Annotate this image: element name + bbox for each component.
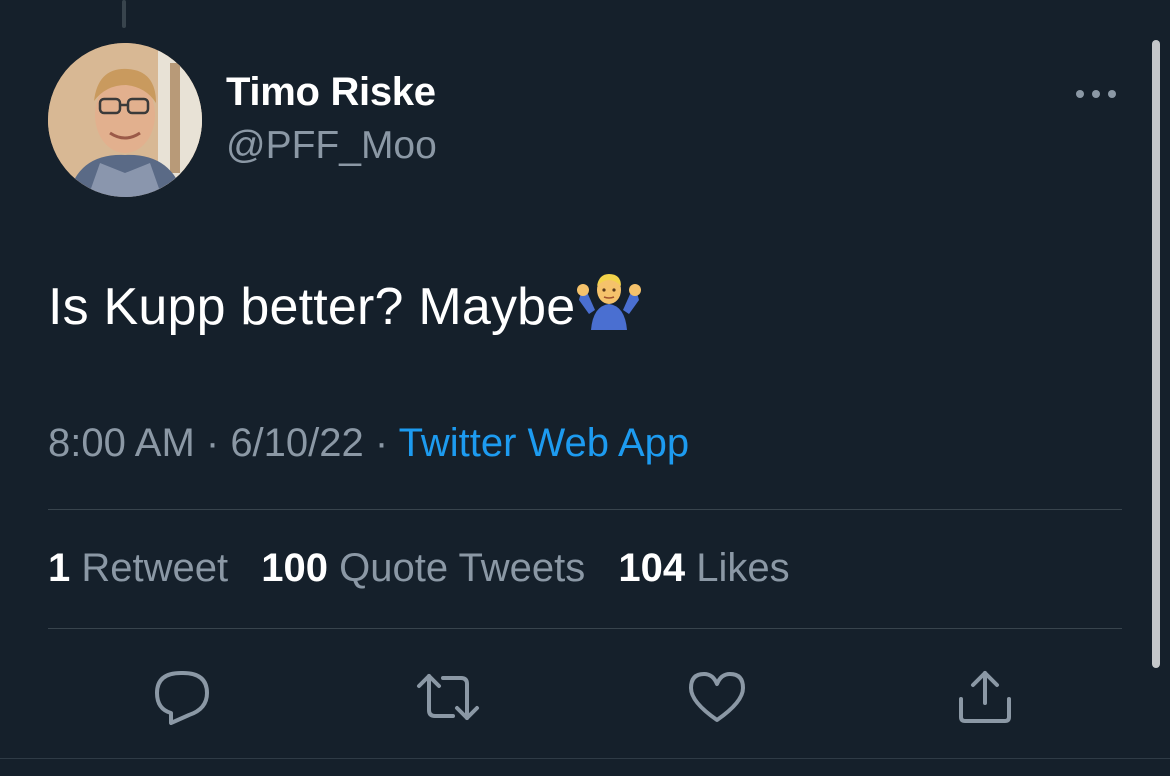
meta-separator: · xyxy=(363,421,399,465)
quote-tweets-count: 100 xyxy=(261,546,328,590)
retweets-label: Retweet xyxy=(81,546,229,590)
heart-icon[interactable] xyxy=(682,662,752,732)
meta-separator: · xyxy=(194,421,231,465)
retweet-icon[interactable] xyxy=(413,662,483,732)
avatar[interactable] xyxy=(48,43,202,197)
thread-connector-line xyxy=(122,0,126,28)
likes-stat[interactable]: 104 Likes xyxy=(618,546,789,590)
avatar-image xyxy=(48,43,202,197)
divider xyxy=(48,628,1122,629)
tweet-stats: 1 Retweet 100 Quote Tweets 104 Likes xyxy=(48,546,812,591)
tweet-date[interactable]: 6/10/22 xyxy=(230,421,363,465)
retweets-count: 1 xyxy=(48,546,71,590)
tweet-detail-page: Timo Riske @PFF_Moo Is Kupp better? Mayb… xyxy=(0,0,1170,776)
bottom-divider xyxy=(0,758,1170,759)
quote-tweets-label: Quote Tweets xyxy=(339,546,586,590)
tweet-source-link[interactable]: Twitter Web App xyxy=(399,421,690,465)
likes-label: Likes xyxy=(696,546,790,590)
likes-count: 104 xyxy=(618,546,686,590)
tweet-text-content: Is Kupp better? Maybe xyxy=(48,278,576,336)
scrollbar[interactable] xyxy=(1152,40,1160,668)
author-handle[interactable]: @PFF_Moo xyxy=(226,124,437,168)
author-name[interactable]: Timo Riske xyxy=(226,70,436,115)
tweet-actions-bar xyxy=(0,662,1170,732)
retweets-stat[interactable]: 1 Retweet xyxy=(48,546,228,590)
man-shrugging-emoji-icon xyxy=(577,270,642,343)
share-icon[interactable] xyxy=(950,662,1020,732)
more-dots-icon[interactable] xyxy=(1072,80,1120,108)
quote-tweets-stat[interactable]: 100 Quote Tweets xyxy=(261,546,585,590)
tweet-metadata: 8:00 AM · 6/10/22 · Twitter Web App xyxy=(48,421,689,466)
tweet-time[interactable]: 8:00 AM xyxy=(48,421,195,465)
tweet-text: Is Kupp better? Maybe xyxy=(48,270,642,343)
divider xyxy=(48,509,1122,510)
reply-icon[interactable] xyxy=(147,662,217,732)
